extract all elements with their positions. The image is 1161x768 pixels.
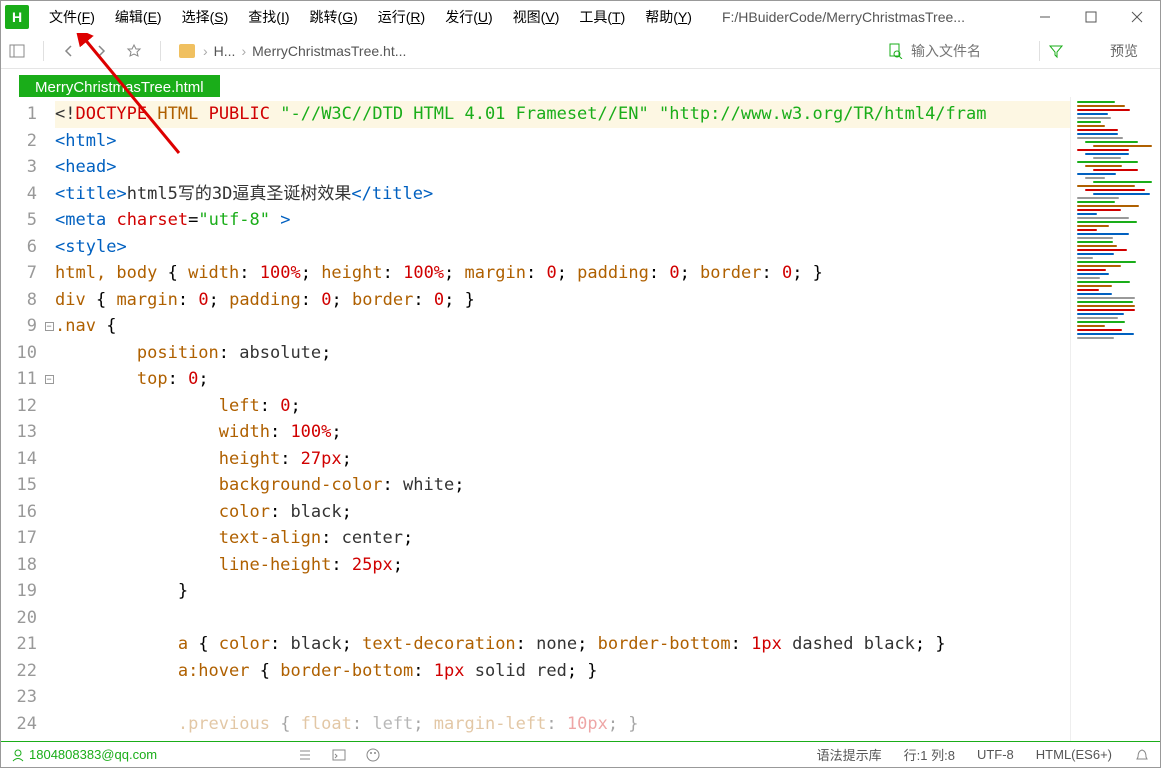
- title-path: F:/HBuiderCode/MerryChristmasTree...: [722, 9, 965, 25]
- filter-icon[interactable]: [1048, 43, 1064, 59]
- code-line: [55, 684, 1070, 711]
- code-line: width: 100%;: [55, 419, 1070, 446]
- status-position[interactable]: 行:1 列:8: [904, 745, 955, 764]
- status-user[interactable]: 1804808383@qq.com: [11, 747, 157, 762]
- status-encoding[interactable]: UTF-8: [977, 747, 1014, 762]
- chevron-right-icon: ›: [203, 43, 208, 59]
- menu-file[interactable]: 文件(F): [39, 3, 105, 31]
- menu-help[interactable]: 帮助(Y): [635, 3, 702, 31]
- breadcrumb[interactable]: › H... › MerryChristmasTree.ht...: [179, 43, 406, 59]
- code-line: height: 27px;: [55, 446, 1070, 473]
- code-line: }: [55, 578, 1070, 605]
- list-icon[interactable]: [297, 747, 313, 763]
- menu-find[interactable]: 查找(I): [238, 3, 299, 31]
- line-gutter: 123456789101112131415161718192021222324: [1, 97, 43, 741]
- fold-gutter: −−: [43, 97, 55, 741]
- code-line: text-align: center;: [55, 525, 1070, 552]
- code-line: line-height: 25px;: [55, 552, 1070, 579]
- panel-toggle-icon[interactable]: [9, 43, 25, 59]
- app-logo-icon: H: [5, 5, 29, 29]
- menubar: H 文件(F) 编辑(E) 选择(S) 查找(I) 跳转(G) 运行(R) 发行…: [1, 1, 1160, 33]
- code-line: top: 0;: [55, 366, 1070, 393]
- tab-file[interactable]: MerryChristmasTree.html: [19, 75, 220, 97]
- close-icon[interactable]: [1114, 1, 1160, 33]
- search-file-icon[interactable]: [887, 43, 903, 59]
- code-line: position: absolute;: [55, 340, 1070, 367]
- code-area[interactable]: <!DOCTYPE HTML PUBLIC "-//W3C//DTD HTML …: [55, 97, 1070, 741]
- preview-button[interactable]: 预览: [1096, 39, 1152, 63]
- search-input[interactable]: [911, 43, 1031, 59]
- code-line: color: black;: [55, 499, 1070, 526]
- menu-run[interactable]: 运行(R): [368, 3, 435, 31]
- back-icon[interactable]: [62, 44, 76, 58]
- minimap[interactable]: [1070, 97, 1160, 741]
- menu-tools[interactable]: 工具(T): [569, 3, 635, 31]
- breadcrumb-part[interactable]: MerryChristmasTree.ht...: [252, 43, 406, 59]
- menu-edit[interactable]: 编辑(E): [105, 3, 172, 31]
- folder-icon: [179, 44, 195, 58]
- code-line: <meta charset="utf-8" >: [55, 207, 1070, 234]
- bell-icon[interactable]: [1134, 747, 1150, 763]
- code-line: <!DOCTYPE HTML PUBLIC "-//W3C//DTD HTML …: [55, 101, 1070, 128]
- code-line: a { color: black; text-decoration: none;…: [55, 631, 1070, 658]
- code-line: <title>html5写的3D逼真圣诞树效果</title>: [55, 181, 1070, 208]
- menu-publish[interactable]: 发行(U): [435, 3, 502, 31]
- favorite-icon[interactable]: [126, 43, 142, 59]
- code-line: html, body { width: 100%; height: 100%; …: [55, 260, 1070, 287]
- editor: 123456789101112131415161718192021222324 …: [1, 97, 1160, 741]
- code-line: <head>: [55, 154, 1070, 181]
- code-line: .nav {: [55, 313, 1070, 340]
- code-line: [55, 605, 1070, 632]
- toolbar: › H... › MerryChristmasTree.ht... 预览: [1, 33, 1160, 69]
- code-line: .previous { float: left; margin-left: 10…: [55, 711, 1070, 738]
- tab-bar: MerryChristmasTree.html: [1, 69, 1160, 97]
- palette-icon[interactable]: [365, 747, 381, 763]
- statusbar: 1804808383@qq.com 语法提示库 行:1 列:8 UTF-8 HT…: [1, 741, 1160, 767]
- status-language[interactable]: HTML(ES6+): [1036, 747, 1112, 762]
- terminal-icon[interactable]: [331, 747, 347, 763]
- forward-icon[interactable]: [94, 44, 108, 58]
- code-line: div { margin: 0; padding: 0; border: 0; …: [55, 287, 1070, 314]
- menu-goto[interactable]: 跳转(G): [300, 3, 368, 31]
- user-icon: [11, 748, 25, 762]
- breadcrumb-part[interactable]: H...: [214, 43, 236, 59]
- menu-select[interactable]: 选择(S): [172, 3, 239, 31]
- minimize-icon[interactable]: [1022, 1, 1068, 33]
- chevron-right-icon: ›: [241, 43, 246, 59]
- code-line: <style>: [55, 234, 1070, 261]
- code-line: <html>: [55, 128, 1070, 155]
- status-syntax[interactable]: 语法提示库: [817, 745, 882, 764]
- menu-view[interactable]: 视图(V): [503, 3, 570, 31]
- code-line: a:hover { border-bottom: 1px solid red; …: [55, 658, 1070, 685]
- code-line: background-color: white;: [55, 472, 1070, 499]
- maximize-icon[interactable]: [1068, 1, 1114, 33]
- code-line: left: 0;: [55, 393, 1070, 420]
